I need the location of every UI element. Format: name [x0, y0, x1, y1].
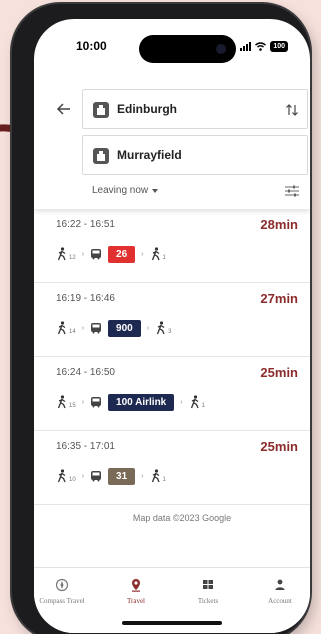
- route-option[interactable]: 16:22 - 16:51 28min 12 › 26 › 1: [34, 209, 310, 283]
- walk-icon: [190, 395, 199, 409]
- building-icon: [93, 148, 109, 164]
- walk-minutes: 12: [69, 255, 76, 261]
- route-results: 16:22 - 16:51 28min 12 › 26 › 1 16:19 - …: [34, 209, 310, 505]
- wifi-icon: [255, 42, 267, 51]
- nav-label: Account: [268, 597, 292, 605]
- route-times: 16:24 - 16:50: [56, 367, 115, 378]
- route-legs: 10 › 31 › 1: [56, 467, 166, 485]
- leaving-dropdown[interactable]: Leaving now: [92, 185, 159, 196]
- status-icons: 100: [240, 41, 288, 52]
- nav-compass-travel[interactable]: Compass Travel: [34, 578, 90, 605]
- signal-icon: [240, 42, 252, 51]
- bus-icon: [91, 397, 102, 408]
- walk-minutes: 14: [69, 329, 76, 335]
- walk-minutes: 1: [162, 477, 166, 483]
- walk-icon: [57, 469, 66, 483]
- service-badge: 100 Airlink: [108, 393, 175, 411]
- nav-label: Travel: [126, 597, 146, 605]
- destination-field[interactable]: Murrayfield: [82, 135, 308, 175]
- walk-minutes: 10: [69, 477, 76, 483]
- chevron-right-icon: ›: [81, 324, 85, 332]
- app-screen: 10:00 100 Edinburgh Murrayfield Leaving …: [34, 19, 310, 633]
- walk-icon: [57, 395, 66, 409]
- nav-travel[interactable]: Travel: [108, 578, 164, 605]
- nav-label: Compass Travel: [39, 597, 85, 605]
- person-icon: [275, 579, 285, 590]
- route-times: 16:22 - 16:51: [56, 219, 115, 230]
- bus-icon: [91, 471, 102, 482]
- status-bar: 10:00 100: [34, 19, 310, 69]
- bus-icon: [91, 249, 102, 260]
- walk-icon: [57, 321, 66, 335]
- phone-frame: 10:00 100 Edinburgh Murrayfield Leaving …: [12, 4, 310, 634]
- route-option[interactable]: 16:35 - 17:01 25min 10 › 31 › 1: [34, 431, 310, 505]
- home-indicator: [122, 621, 222, 625]
- service-badge: 900: [108, 319, 141, 337]
- chevron-right-icon: ›: [141, 472, 144, 480]
- nav-label: Tickets: [197, 597, 219, 605]
- ticket-icon: [203, 580, 213, 589]
- route-duration: 27min: [260, 291, 298, 306]
- chevron-right-icon: ›: [81, 398, 85, 406]
- walk-minutes: 1: [201, 403, 205, 409]
- destination-text: Murrayfield: [117, 148, 182, 162]
- search-panel: Edinburgh Murrayfield Leaving now: [34, 71, 310, 209]
- dynamic-island: [139, 35, 236, 63]
- walk-icon: [156, 321, 165, 335]
- route-times: 16:35 - 17:01: [56, 441, 115, 452]
- chevron-right-icon: ›: [81, 250, 85, 258]
- route-option[interactable]: 16:24 - 16:50 25min 15 › 100 Airlink › 1: [34, 357, 310, 431]
- origin-text: Edinburgh: [117, 102, 177, 116]
- status-time: 10:00: [76, 39, 107, 53]
- compass-icon: [55, 578, 69, 592]
- leaving-label: Leaving now: [92, 185, 149, 196]
- route-times: 16:19 - 16:46: [56, 293, 115, 304]
- bus-icon: [91, 323, 102, 334]
- chevron-right-icon: ›: [180, 398, 183, 406]
- building-icon: [93, 102, 109, 118]
- location-pin-icon: [132, 579, 140, 592]
- route-duration: 25min: [260, 439, 298, 454]
- chevron-right-icon: ›: [81, 472, 85, 480]
- chevron-right-icon: ›: [141, 250, 144, 258]
- service-badge: 26: [108, 245, 136, 263]
- route-legs: 14 › 900 › 3: [56, 319, 171, 337]
- walk-icon: [151, 247, 160, 261]
- route-option[interactable]: 16:19 - 16:46 27min 14 › 900 › 3: [34, 283, 310, 357]
- map-credit: Map data ©2023 Google: [132, 513, 232, 523]
- walk-minutes: 3: [168, 329, 172, 335]
- route-duration: 28min: [260, 217, 298, 232]
- caret-down-icon: [152, 188, 159, 193]
- chevron-right-icon: ›: [146, 324, 150, 332]
- nav-tickets[interactable]: Tickets: [180, 578, 236, 605]
- nav-account[interactable]: Account: [252, 578, 308, 605]
- walk-minutes: 1: [162, 255, 166, 261]
- route-duration: 25min: [260, 365, 298, 380]
- filter-icon[interactable]: [284, 184, 300, 198]
- route-legs: 15 › 100 Airlink › 1: [56, 393, 205, 411]
- origin-field[interactable]: Edinburgh: [82, 89, 308, 129]
- walk-icon: [57, 247, 66, 261]
- walk-minutes: 15: [69, 403, 76, 409]
- battery-icon: 100: [270, 41, 288, 52]
- route-legs: 12 › 26 › 1: [56, 245, 166, 263]
- back-arrow-icon[interactable]: [56, 101, 72, 117]
- swap-icon[interactable]: [285, 101, 299, 119]
- walk-icon: [151, 469, 160, 483]
- service-badge: 31: [108, 467, 136, 485]
